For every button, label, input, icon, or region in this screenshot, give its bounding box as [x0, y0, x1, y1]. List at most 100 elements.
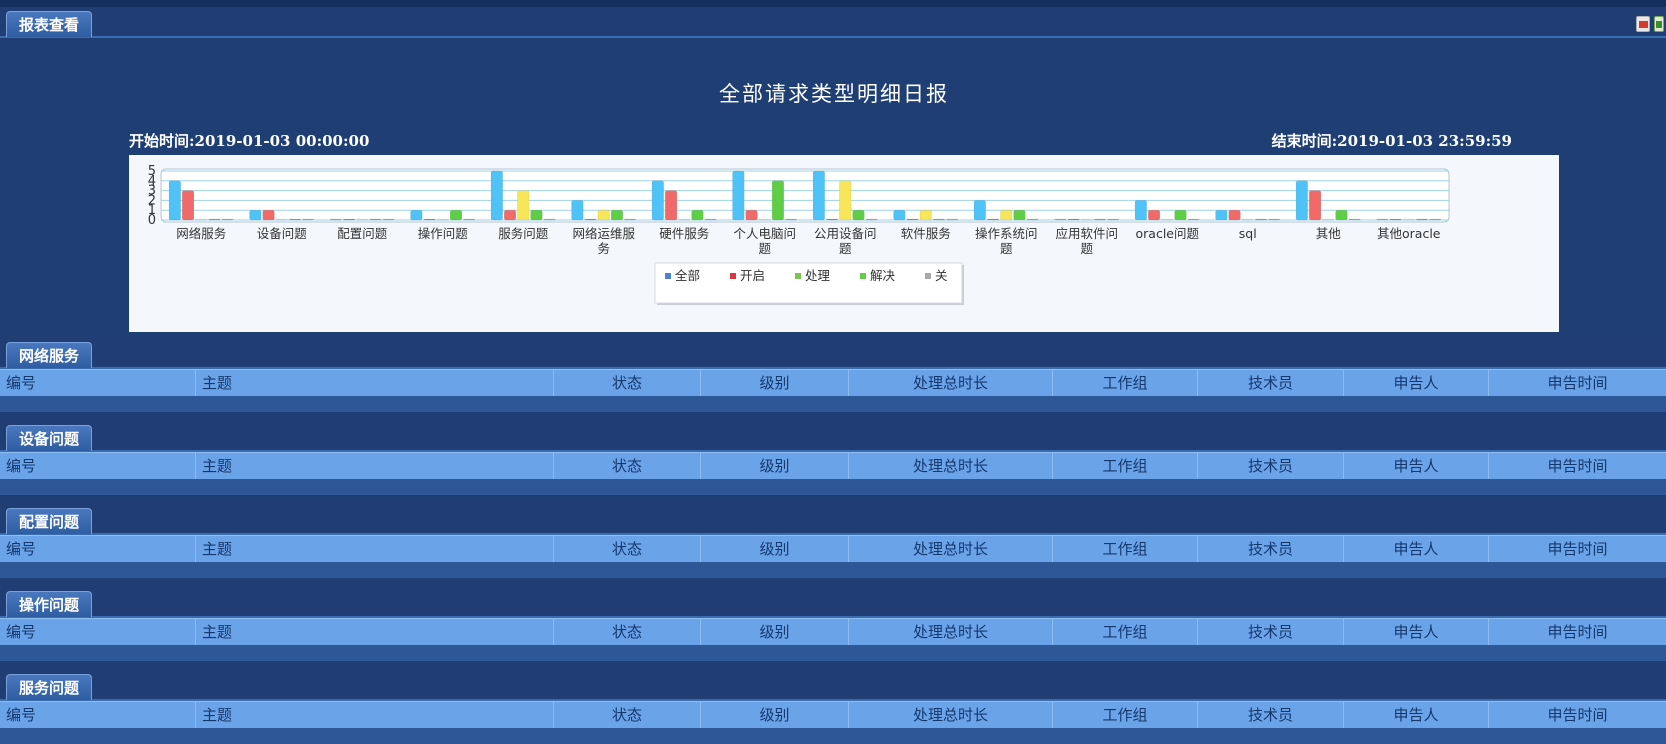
section-tab[interactable]: 服务问题: [6, 674, 93, 700]
column-header[interactable]: 主题: [195, 619, 553, 645]
column-header-label: 工作组: [1102, 623, 1148, 641]
pdf-export-icon[interactable]: [1636, 16, 1650, 32]
column-header-label: 处理总时长: [912, 374, 988, 392]
bar: [288, 218, 301, 221]
table-body-empty: [0, 396, 1666, 412]
column-header[interactable]: 申告时间: [1488, 370, 1666, 396]
bar: [1026, 218, 1039, 221]
column-header[interactable]: 申告人: [1343, 536, 1488, 562]
tab-report-view[interactable]: 报表查看: [6, 11, 93, 37]
x-tick-label: sql: [1239, 226, 1257, 241]
column-header[interactable]: 申告人: [1343, 702, 1488, 728]
bar: [436, 218, 449, 221]
column-header[interactable]: 申告人: [1343, 619, 1488, 645]
section-tabstrip: 配置问题: [0, 502, 1666, 535]
column-header[interactable]: 状态: [553, 453, 700, 479]
column-header[interactable]: 编号: [0, 453, 195, 479]
bar: [530, 209, 543, 221]
column-header[interactable]: 编号: [0, 702, 195, 728]
column-header[interactable]: 处理总时长: [848, 619, 1052, 645]
column-header-label: 主题: [202, 374, 233, 392]
column-header-label: 申告时间: [1547, 374, 1608, 392]
column-header[interactable]: 处理总时长: [848, 453, 1052, 479]
bar: [906, 218, 919, 221]
column-header[interactable]: 申告时间: [1488, 536, 1666, 562]
bar: [1389, 218, 1402, 221]
end-time: 结束时间:2019-01-03 23:59:59: [1271, 132, 1512, 150]
section-tab[interactable]: 配置问题: [6, 508, 93, 534]
bar: [1241, 218, 1254, 221]
bar: [852, 209, 865, 221]
column-header[interactable]: 主题: [195, 702, 553, 728]
column-header[interactable]: 工作组: [1052, 536, 1197, 562]
bar: [665, 190, 678, 221]
legend-label: 开启: [740, 268, 765, 283]
column-header[interactable]: 状态: [553, 536, 700, 562]
bar: [839, 180, 852, 221]
table-body-empty: [0, 562, 1666, 578]
column-header[interactable]: 状态: [553, 370, 700, 396]
column-header[interactable]: 申告人: [1343, 453, 1488, 479]
column-header[interactable]: 工作组: [1052, 453, 1197, 479]
column-header-label: 处理总时长: [912, 706, 988, 724]
x-tick-label: 硬件服务: [659, 226, 709, 241]
bar: [329, 218, 342, 221]
column-header[interactable]: 状态: [553, 702, 700, 728]
bar: [1174, 209, 1187, 221]
column-header-label: 工作组: [1102, 706, 1148, 724]
column-header[interactable]: 编号: [0, 619, 195, 645]
column-header[interactable]: 主题: [195, 370, 553, 396]
column-header[interactable]: 技术员: [1197, 619, 1343, 645]
column-header[interactable]: 技术员: [1197, 536, 1343, 562]
column-header[interactable]: 处理总时长: [848, 702, 1052, 728]
column-header[interactable]: 级别: [700, 370, 848, 396]
bar: [610, 209, 623, 221]
bar: [758, 218, 771, 221]
column-header[interactable]: 编号: [0, 536, 195, 562]
bar: [1335, 209, 1348, 221]
plot-area: [160, 168, 1450, 223]
column-header[interactable]: 主题: [195, 536, 553, 562]
bar: [1268, 218, 1281, 221]
legend-swatch: [795, 273, 801, 279]
column-header[interactable]: 级别: [700, 619, 848, 645]
x-tick-label: 题: [1080, 241, 1093, 256]
column-header-label: 状态: [611, 457, 642, 475]
bar: [678, 218, 691, 221]
section-tab[interactable]: 网络服务: [6, 342, 93, 368]
column-header[interactable]: 申告时间: [1488, 702, 1666, 728]
column-header[interactable]: 状态: [553, 619, 700, 645]
excel-export-icon[interactable]: [1654, 16, 1664, 32]
section-tab[interactable]: 操作问题: [6, 591, 93, 617]
column-header[interactable]: 级别: [700, 536, 848, 562]
column-header[interactable]: 工作组: [1052, 619, 1197, 645]
bar: [1067, 218, 1080, 221]
column-header[interactable]: 申告时间: [1488, 619, 1666, 645]
column-header-label: 申告人: [1393, 706, 1439, 724]
column-header-label: 状态: [611, 540, 642, 558]
column-header[interactable]: 编号: [0, 370, 195, 396]
x-tick-label: 软件服务: [901, 226, 951, 241]
column-header[interactable]: 处理总时长: [848, 370, 1052, 396]
x-tick-label: 题: [1000, 241, 1013, 256]
column-header[interactable]: 主题: [195, 453, 553, 479]
bar: [973, 200, 986, 221]
legend-label: 处理: [805, 268, 831, 283]
column-header[interactable]: 申告时间: [1488, 453, 1666, 479]
column-header[interactable]: 级别: [700, 702, 848, 728]
column-header[interactable]: 工作组: [1052, 370, 1197, 396]
bar: [826, 218, 839, 221]
column-header[interactable]: 技术员: [1197, 453, 1343, 479]
bar: [1107, 218, 1120, 221]
column-header[interactable]: 申告人: [1343, 370, 1488, 396]
column-header[interactable]: 级别: [700, 453, 848, 479]
column-header-label: 级别: [759, 457, 790, 475]
column-header-label: 申告时间: [1547, 623, 1608, 641]
section-tab[interactable]: 设备问题: [6, 425, 93, 451]
column-header-label: 申告人: [1393, 374, 1439, 392]
column-header[interactable]: 技术员: [1197, 702, 1343, 728]
column-header[interactable]: 工作组: [1052, 702, 1197, 728]
column-header-label: 状态: [611, 374, 642, 392]
column-header[interactable]: 技术员: [1197, 370, 1343, 396]
column-header[interactable]: 处理总时长: [848, 536, 1052, 562]
